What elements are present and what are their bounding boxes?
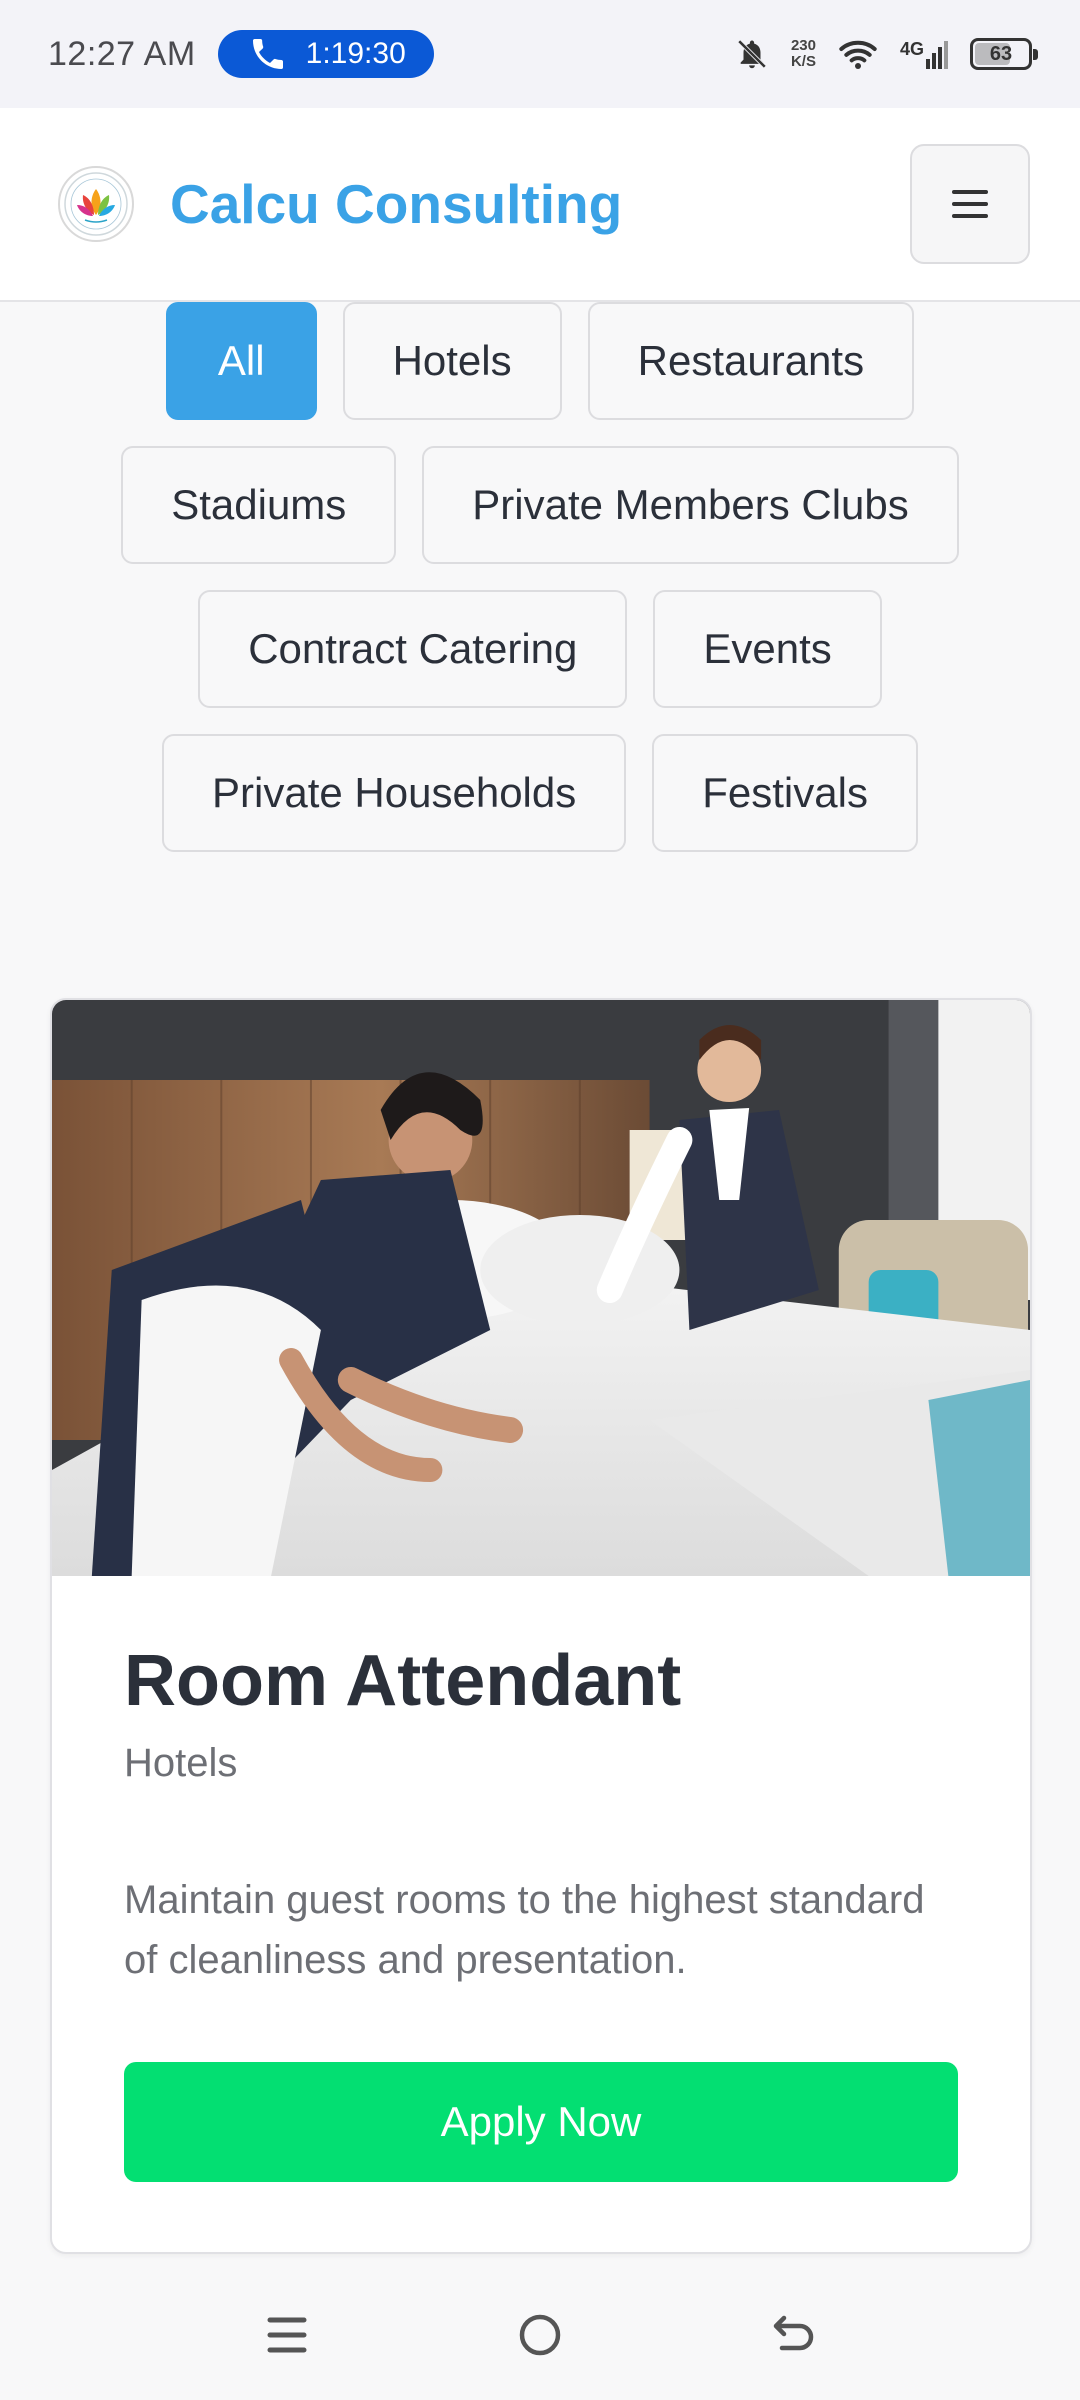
job-description: Maintain guest rooms to the highest stan… <box>124 1878 925 1983</box>
filter-all[interactable]: All <box>165 302 317 420</box>
job-category: Hotels <box>124 1741 238 1786</box>
menu-button[interactable] <box>910 144 1030 264</box>
network-type: 4G <box>899 39 924 59</box>
back-icon[interactable] <box>768 2310 818 2360</box>
signal-indicator: 4G <box>900 39 948 69</box>
filter-hotels[interactable]: Hotels <box>342 302 562 420</box>
phone-icon <box>252 39 283 69</box>
job-photo <box>52 1000 1030 1576</box>
filter-private-members-clubs[interactable]: Private Members Clubs <box>422 446 959 564</box>
network-speed-value: 230 <box>790 37 816 54</box>
filter-restaurants[interactable]: Restaurants <box>587 302 915 420</box>
filter-row: All Hotels Restaurants <box>165 302 915 420</box>
status-icons: 230 K/S 4G 63 <box>735 37 1038 71</box>
filter-events[interactable]: Events <box>653 590 882 708</box>
wifi-icon <box>839 40 877 69</box>
filter-private-households[interactable]: Private Households <box>162 734 627 852</box>
hamburger-icon <box>952 190 988 218</box>
battery-level: 63 <box>989 42 1013 65</box>
job-card-body: Room Attendant Hotels Maintain guest roo… <box>52 1576 1030 2183</box>
system-nav-bar <box>0 2270 1080 2400</box>
job-title: Room Attendant <box>124 1641 682 1721</box>
battery-icon: 63 <box>970 38 1038 70</box>
job-card: Room Attendant Hotels Maintain guest roo… <box>50 998 1032 2254</box>
home-icon[interactable] <box>515 2310 565 2360</box>
filter-row: Stadiums Private Members Clubs <box>121 446 959 564</box>
network-speed: 230 K/S <box>791 38 816 70</box>
lotus-logo-icon <box>64 172 128 236</box>
status-time: 12:27 AM <box>48 34 196 73</box>
filter-festivals[interactable]: Festivals <box>652 734 918 852</box>
brand-name[interactable]: Calcu Consulting <box>170 172 622 236</box>
filter-row: Contract Catering Events <box>198 590 882 708</box>
category-filters: All Hotels Restaurants Stadiums Private … <box>0 302 1080 852</box>
filter-contract-catering[interactable]: Contract Catering <box>198 590 628 708</box>
status-bar: 12:27 AM 1:19:30 230 K/S 4G 63 <box>0 0 1080 108</box>
site-header: Calcu Consulting <box>0 108 1080 302</box>
signal-icon <box>926 41 948 69</box>
ongoing-call-pill[interactable]: 1:19:30 <box>217 30 434 78</box>
network-speed-unit: K/S <box>790 53 816 70</box>
filter-stadiums[interactable]: Stadiums <box>121 446 397 564</box>
bell-muted-icon <box>737 39 767 69</box>
recents-icon[interactable] <box>262 2310 312 2360</box>
filter-row: Private Households Festivals <box>162 734 918 852</box>
page: 12:27 AM 1:19:30 230 K/S 4G 63 Calcu Con… <box>0 0 1080 2400</box>
brand-logo[interactable] <box>58 166 134 242</box>
apply-now-button[interactable]: Apply Now <box>124 2062 958 2183</box>
call-duration: 1:19:30 <box>305 37 406 70</box>
